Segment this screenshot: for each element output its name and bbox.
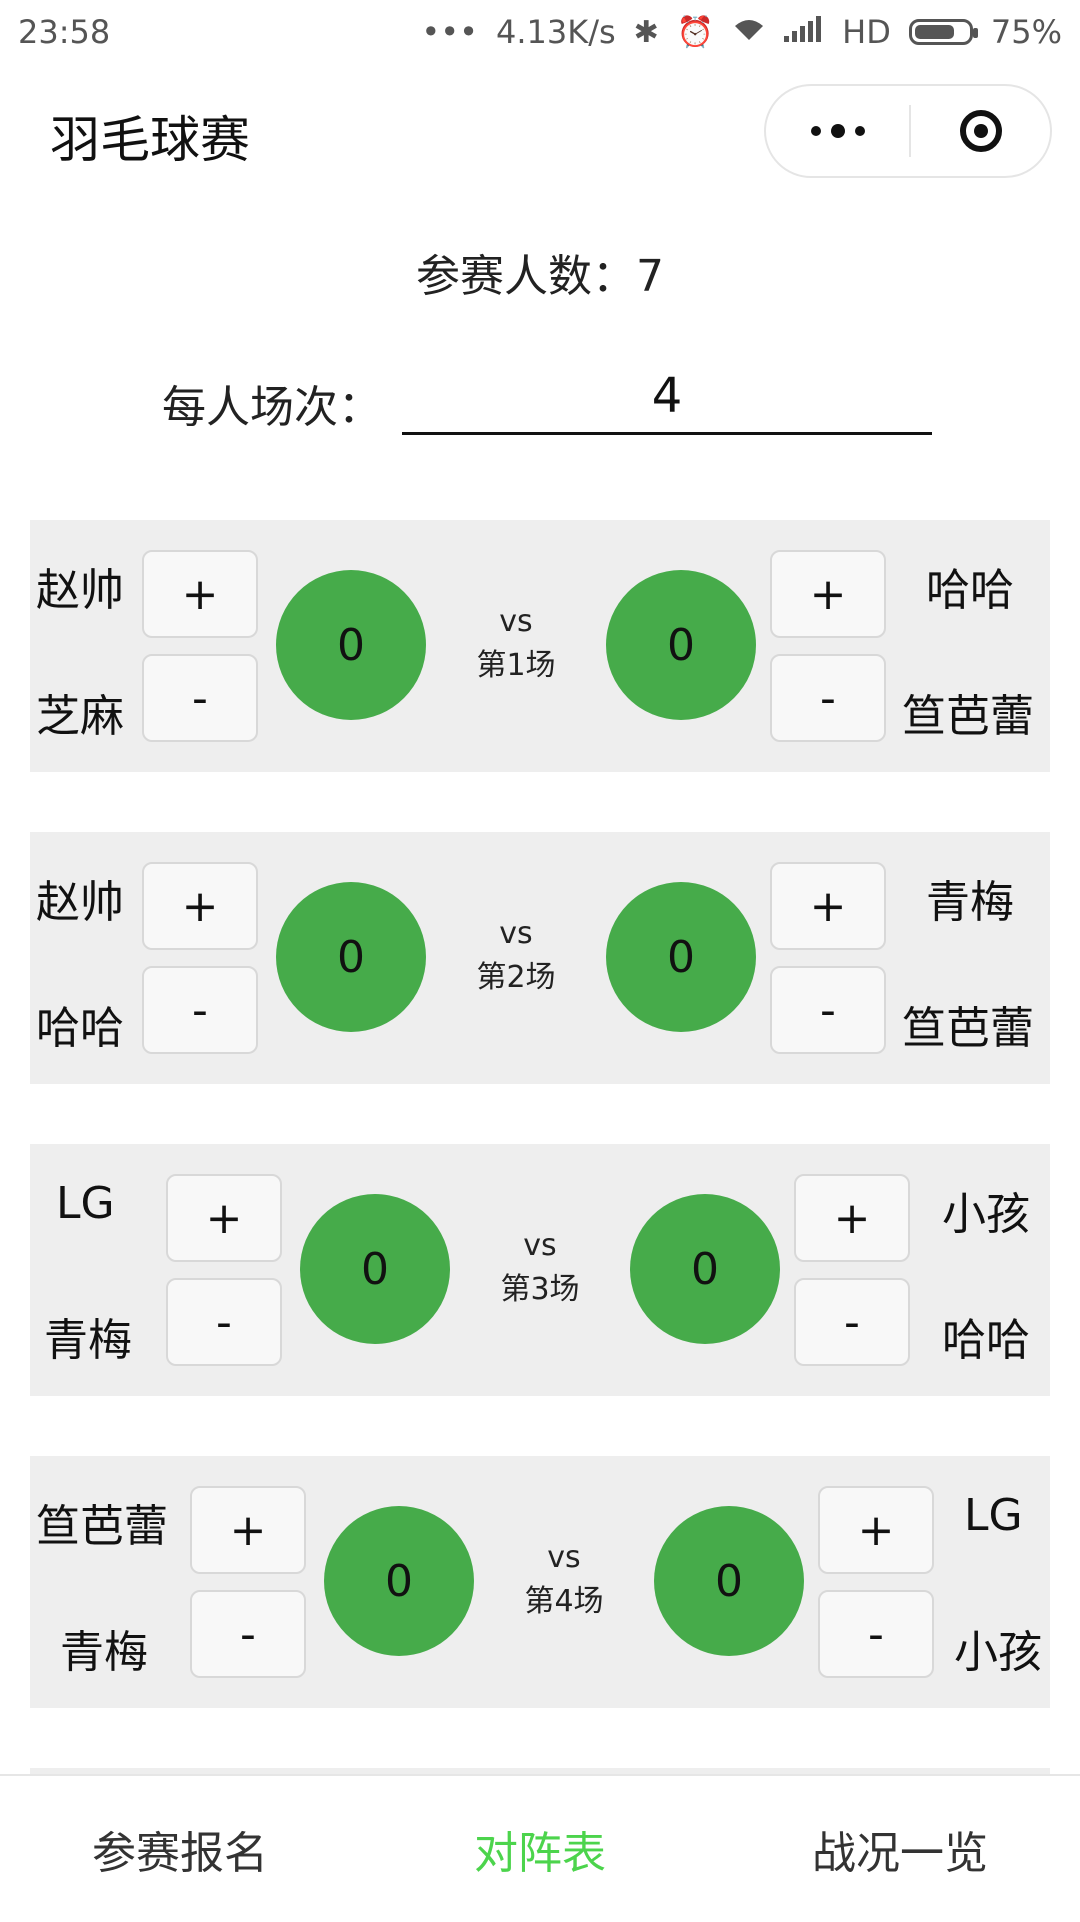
status-time: 23:58: [18, 13, 111, 51]
left-plus-button[interactable]: +: [190, 1486, 306, 1574]
round-label: 第2场: [476, 960, 556, 995]
match-card: 笪芭蕾 青梅 + - 0 vs 第4场 0 + - LG 小孩: [30, 1456, 1050, 1708]
right-minus-button[interactable]: -: [770, 966, 886, 1054]
round-label: 第3场: [500, 1272, 580, 1307]
left-score: 0: [324, 1506, 474, 1656]
vs-label: vs: [523, 1228, 557, 1263]
mini-program-capsule: [764, 84, 1052, 178]
match-center-label: vs 第3场: [470, 1224, 610, 1312]
more-dots-indicator: •••: [421, 13, 478, 51]
right-minus-button[interactable]: -: [794, 1278, 910, 1366]
match-center-label: vs 第2场: [446, 912, 586, 1000]
tab-matchups[interactable]: 对阵表: [360, 1776, 720, 1922]
participant-count: 参赛人数：7: [416, 251, 664, 302]
right-minus-button[interactable]: -: [818, 1590, 934, 1678]
left-plus-button[interactable]: +: [166, 1174, 282, 1262]
left-minus-button[interactable]: -: [166, 1278, 282, 1366]
round-label: 第1场: [476, 648, 556, 683]
left-score: 0: [276, 570, 426, 720]
more-dots-icon-right: [854, 126, 865, 136]
tab-overview[interactable]: 战况一览: [720, 1776, 1080, 1922]
bottom-tab-bar: 参赛报名 对阵表 战况一览: [0, 1774, 1080, 1922]
right-player-bottom: 小孩: [954, 1627, 1042, 1678]
network-speed: 4.13K/s: [495, 13, 616, 51]
matches-per-person-label: 每人场次：: [162, 382, 382, 433]
right-player-top: 青梅: [926, 877, 1014, 928]
vs-label: vs: [499, 604, 533, 639]
right-player-bottom: 笪芭蕾: [902, 691, 1034, 742]
left-player-bottom: 芝麻: [36, 691, 124, 742]
left-player-bottom: 青梅: [60, 1627, 148, 1678]
right-score: 0: [630, 1194, 780, 1344]
battery-icon: [908, 19, 978, 45]
round-label: 第4场: [524, 1584, 604, 1619]
right-player-top: 哈哈: [926, 565, 1014, 616]
left-minus-button[interactable]: -: [142, 966, 258, 1054]
left-plus-button[interactable]: +: [142, 862, 258, 950]
right-player-bottom: 哈哈: [942, 1315, 1030, 1366]
right-plus-button[interactable]: +: [770, 862, 886, 950]
wifi-icon: [732, 15, 766, 50]
nav-bar: 羽毛球赛: [0, 64, 1080, 204]
right-player-top: 小孩: [942, 1189, 1030, 1240]
right-minus-button[interactable]: -: [770, 654, 886, 742]
left-minus-button[interactable]: -: [142, 654, 258, 742]
tab-registration[interactable]: 参赛报名: [0, 1776, 360, 1922]
right-plus-button[interactable]: +: [794, 1174, 910, 1262]
more-dots-icon-center: [830, 124, 845, 138]
left-player-top: 赵帅: [36, 565, 124, 616]
match-card: 赵帅 哈哈 + - 0 vs 第2场 0 + - 青梅 笪芭蕾: [30, 832, 1050, 1084]
left-score: 0: [276, 882, 426, 1032]
more-menu-button[interactable]: [766, 86, 909, 176]
right-score: 0: [654, 1506, 804, 1656]
right-plus-button[interactable]: +: [818, 1486, 934, 1574]
more-dots-icon: [810, 126, 821, 136]
left-minus-button[interactable]: -: [190, 1590, 306, 1678]
left-player-bottom: 青梅: [44, 1315, 132, 1366]
match-center-label: vs 第4场: [494, 1536, 634, 1624]
battery-percent: 75%: [990, 13, 1062, 51]
right-score: 0: [606, 882, 756, 1032]
right-player-top: LG: [964, 1490, 1023, 1541]
match-card: 赵帅 芝麻 + - 0 vs 第1场 0 + - 哈哈 笪芭蕾: [30, 520, 1050, 772]
status-bar: 23:58 ••• 4.13K/s ✱ ⏰ HD 75%: [0, 0, 1080, 64]
status-icons: ••• 4.13K/s ✱ ⏰ HD 75%: [421, 13, 1062, 51]
hd-label: HD: [842, 13, 891, 51]
left-player-bottom: 哈哈: [36, 1003, 124, 1054]
left-player-top: 笪芭蕾: [36, 1501, 168, 1552]
signal-icon: [784, 15, 824, 50]
match-center-label: vs 第1场: [446, 600, 586, 688]
left-plus-button[interactable]: +: [142, 550, 258, 638]
target-circle-icon: [959, 110, 1002, 152]
right-plus-button[interactable]: +: [770, 550, 886, 638]
matches-per-person-row: 每人场次：: [162, 368, 932, 435]
right-score: 0: [606, 570, 756, 720]
left-player-top: LG: [56, 1178, 115, 1229]
right-player-bottom: 笪芭蕾: [902, 1003, 1034, 1054]
match-card: LG 青梅 + - 0 vs 第3场 0 + - 小孩 哈哈: [30, 1144, 1050, 1396]
vs-label: vs: [547, 1540, 581, 1575]
left-player-top: 赵帅: [36, 877, 124, 928]
bluetooth-icon: ✱: [633, 14, 659, 50]
page-title: 羽毛球赛: [50, 111, 250, 169]
matches-per-person-input[interactable]: [402, 368, 932, 435]
alarm-icon: ⏰: [676, 14, 715, 50]
vs-label: vs: [499, 916, 533, 951]
left-score: 0: [300, 1194, 450, 1344]
close-program-button[interactable]: [911, 86, 1050, 176]
